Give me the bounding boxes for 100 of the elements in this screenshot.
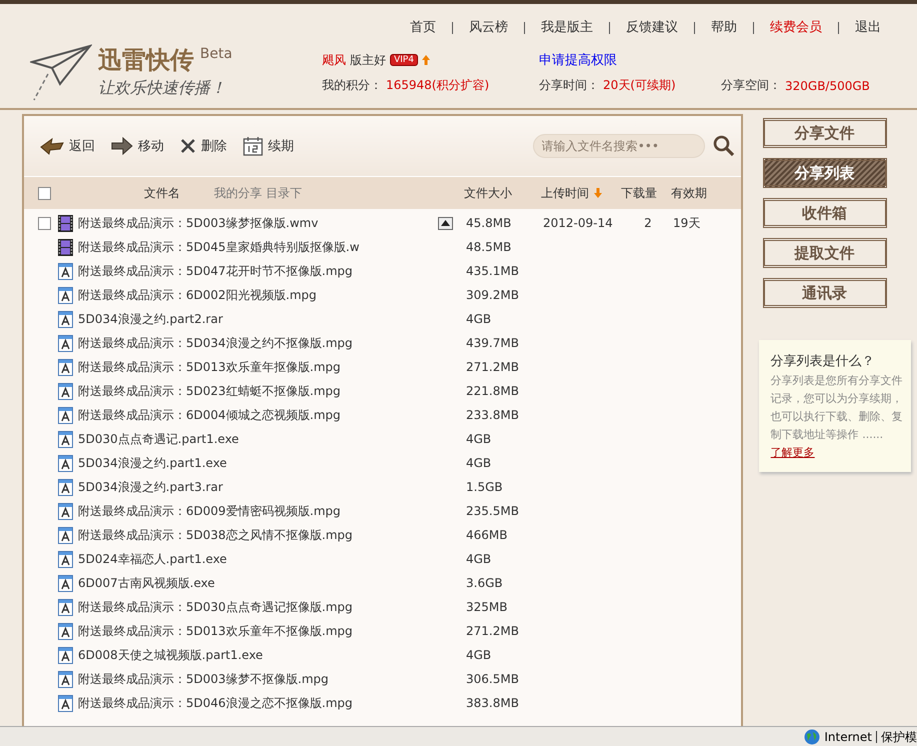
file-row[interactable]: 5D034浪漫之约.part1.exe 4GB	[24, 451, 741, 475]
file-row[interactable]: 6D008天使之城视频版.part1.exe 4GB	[24, 643, 741, 667]
beta-label: Beta	[200, 46, 232, 62]
document-icon	[58, 526, 73, 544]
file-row[interactable]: 附送最终成品演示：6D004倾城之恋视频版.mpg 233.8MB	[24, 403, 741, 427]
time-value: 20天(可续期)	[603, 77, 676, 94]
logo-title: 迅雷快传	[98, 45, 194, 76]
file-size: 435.1MB	[466, 264, 519, 278]
learn-more-link[interactable]: 了解更多	[770, 446, 815, 459]
file-row[interactable]: 5D034浪漫之约.part2.rar 4GB	[24, 307, 741, 331]
document-icon	[58, 286, 73, 304]
nav-link[interactable]: 续费会员	[753, 22, 838, 34]
file-row[interactable]: 5D030点点奇遇记.part1.exe 4GB	[24, 427, 741, 451]
info-text: 分享列表是您所有分享文件记录，您可以为分享续期，也可以执行下载、删除、复制下载地址等操作 ...... 了解更多	[770, 373, 904, 461]
film-icon	[58, 238, 73, 256]
file-name[interactable]: 附送最终成品演示：5D013欢乐童年不抠像版.mpg	[78, 622, 353, 640]
file-row[interactable]: 5D024幸福恋人.part1.exe 4GB	[24, 547, 741, 571]
document-icon	[58, 478, 73, 496]
sidebar-button[interactable]: 分享文件	[762, 118, 887, 148]
file-name[interactable]: 附送最终成品演示：5D046浪漫之恋不抠像版.mpg	[78, 694, 353, 712]
file-name[interactable]: 5D034浪漫之约.part1.exe	[78, 454, 227, 472]
file-name[interactable]: 附送最终成品演示：5D038恋之风情不抠像版.mpg	[78, 526, 353, 544]
upload-date: 2012-09-14	[543, 216, 613, 230]
file-row[interactable]: 附送最终成品演示：5D047花开时节不抠像版.mpg 435.1MB	[24, 259, 741, 283]
sidebar-button[interactable]: 分享列表	[762, 158, 887, 188]
file-name[interactable]: 附送最终成品演示：5D047花开时节不抠像版.mpg	[78, 262, 353, 280]
file-row[interactable]: 附送最终成品演示：5D003缘梦不抠像版.mpg 306.5MB	[24, 667, 741, 691]
file-name[interactable]: 附送最终成品演示：6D002阳光视频版.mpg	[78, 286, 317, 304]
file-row[interactable]: 附送最终成品演示：5D013欢乐童年不抠像版.mpg 271.2MB	[24, 619, 741, 643]
nav-link[interactable]: 我是版主	[524, 22, 609, 34]
file-size: 271.2MB	[466, 360, 519, 374]
file-name[interactable]: 6D007古南风视频版.exe	[78, 574, 215, 592]
file-name[interactable]: 附送最终成品演示：5D003缘梦抠像版.wmv	[78, 214, 318, 232]
protected-mode-label: 保护模	[876, 730, 917, 742]
row-checkbox[interactable]	[38, 216, 50, 230]
file-name[interactable]: 5D034浪漫之约.part2.rar	[78, 310, 223, 328]
file-size: 45.8MB	[466, 216, 512, 230]
document-icon	[58, 430, 73, 448]
file-row[interactable]: 附送最终成品演示：5D023红蜻蜓不抠像版.mpg 221.8MB	[24, 379, 741, 403]
nav-link[interactable]: 风云榜	[452, 22, 524, 34]
toolbar-button[interactable]: 移动	[111, 137, 164, 155]
toolbar-button[interactable]: 返回	[40, 137, 95, 155]
column-header[interactable]: 文件名	[78, 184, 202, 202]
file-name[interactable]: 附送最终成品演示：5D030点点奇遇记抠像版.mpg	[78, 598, 353, 616]
file-size: 306.5MB	[466, 672, 519, 686]
column-header[interactable]: 有效期	[671, 184, 707, 202]
user-name[interactable]: 飓风	[322, 52, 346, 68]
search-field[interactable]: 请输入文件名搜索•••	[532, 134, 705, 158]
file-name[interactable]: 附送最终成品演示：5D013欢乐童年抠像版.mpg	[78, 358, 341, 376]
file-row[interactable]: 附送最终成品演示：5D046浪漫之恋不抠像版.mpg 383.8MB	[24, 691, 741, 715]
file-size: 466MB	[466, 528, 508, 542]
select-all-checkbox[interactable]	[38, 186, 50, 200]
file-name[interactable]: 附送最终成品演示：6D004倾城之恋视频版.mpg	[78, 406, 341, 424]
slogan: 让欢乐快速传播！	[98, 78, 227, 99]
file-name[interactable]: 附送最终成品演示：5D045皇家婚典特别版抠像版.w	[78, 238, 360, 256]
file-name[interactable]: 5D034浪漫之约.part3.rar	[78, 478, 223, 496]
collapse-button[interactable]	[438, 216, 453, 230]
file-row[interactable]: 附送最终成品演示：6D002阳光视频版.mpg 309.2MB	[24, 283, 741, 307]
document-icon	[58, 622, 73, 640]
file-row[interactable]: 附送最终成品演示：5D038恋之风情不抠像版.mpg 466MB	[24, 523, 741, 547]
nav-link[interactable]: 首页	[394, 22, 452, 34]
sort-down-icon	[594, 188, 602, 198]
file-size: 271.2MB	[466, 624, 519, 638]
column-header[interactable]: 上传时间	[541, 184, 602, 202]
file-row[interactable]: 附送最终成品演示：6D009爱情密码视频版.mpg 235.5MB	[24, 499, 741, 523]
file-name[interactable]: 5D030点点奇遇记.part1.exe	[78, 430, 239, 448]
film-icon	[58, 214, 73, 232]
file-name[interactable]: 附送最终成品演示：5D023红蜻蜓不抠像版.mpg	[78, 382, 341, 400]
column-header[interactable]: 下载量	[621, 184, 657, 202]
nav-link[interactable]: 帮助	[694, 22, 753, 34]
file-row[interactable]: 附送最终成品演示：5D045皇家婚典特别版抠像版.w 48.5MB	[24, 235, 741, 259]
nav-link[interactable]: 反馈建议	[609, 22, 694, 34]
file-name[interactable]: 5D024幸福恋人.part1.exe	[78, 550, 227, 568]
nav-link[interactable]: 退出	[838, 22, 897, 34]
file-row[interactable]: 附送最终成品演示：5D013欢乐童年抠像版.mpg 271.2MB	[24, 355, 741, 379]
toolbar-button[interactable]: 删除	[180, 137, 227, 155]
file-size: 233.8MB	[466, 408, 519, 422]
file-name[interactable]: 附送最终成品演示：5D034浪漫之约不抠像版.mpg	[78, 334, 353, 352]
column-header[interactable]: 文件大小	[464, 184, 512, 202]
file-size: 325MB	[466, 600, 508, 614]
file-row[interactable]: 6D007古南风视频版.exe 3.6GB	[24, 571, 741, 595]
sidebar-button[interactable]: 收件箱	[762, 198, 887, 228]
file-row[interactable]: 5D034浪漫之约.part3.rar 1.5GB	[24, 475, 741, 499]
toolbar-button[interactable]: 续期	[243, 136, 294, 156]
document-icon	[58, 310, 73, 328]
sidebar-button[interactable]: 通讯录	[762, 278, 887, 308]
document-icon	[58, 574, 73, 592]
globe-icon	[804, 728, 820, 744]
file-size: 1.5GB	[466, 480, 503, 494]
file-size: 4GB	[466, 312, 492, 326]
file-row[interactable]: 附送最终成品演示：5D030点点奇遇记抠像版.mpg 325MB	[24, 595, 741, 619]
file-name[interactable]: 附送最终成品演示：5D003缘梦不抠像版.mpg	[78, 670, 329, 688]
apply-link[interactable]: 申请提高权限	[539, 51, 617, 69]
file-name[interactable]: 附送最终成品演示：6D009爱情密码视频版.mpg	[78, 502, 341, 520]
search-icon[interactable]	[712, 135, 735, 157]
expiry-days: 19天	[673, 216, 700, 230]
sidebar-button[interactable]: 提取文件	[762, 238, 887, 268]
document-icon	[58, 502, 73, 520]
file-name[interactable]: 6D008天使之城视频版.part1.exe	[78, 646, 263, 664]
file-row[interactable]: 附送最终成品演示：5D034浪漫之约不抠像版.mpg 439.7MB	[24, 331, 741, 355]
